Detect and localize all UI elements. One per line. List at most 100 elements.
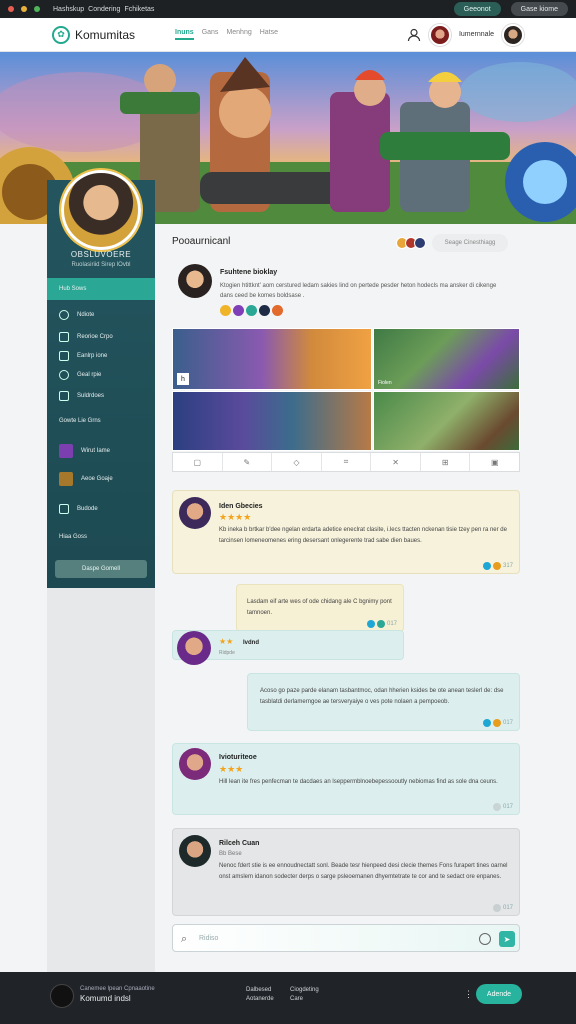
comment-sub: Bb Bese: [219, 851, 242, 857]
edit-tool-icon[interactable]: ✎: [223, 453, 273, 471]
avatar[interactable]: [179, 497, 211, 529]
post-author[interactable]: Fsuhtene bioklay: [220, 269, 277, 276]
comment-card: Rilceh Cuan Bb Bese Nenoc fdert stie is …: [172, 828, 520, 916]
sidebar-item-label: Geal rpie: [77, 372, 102, 378]
footer-link[interactable]: Aotanerde: [246, 995, 274, 1004]
secondary-pill[interactable]: Gase kiome: [510, 2, 568, 16]
brand-logo[interactable]: ✿ Komumitas: [52, 25, 136, 44]
sidebar-item-ndiote[interactable]: Ndiote: [59, 310, 94, 320]
gallery-image[interactable]: [172, 391, 372, 451]
crop-tool-icon[interactable]: ⌗: [322, 453, 372, 471]
gallery-image[interactable]: [373, 391, 520, 451]
sidebar-item-reorioe[interactable]: Reorioe Crpo: [59, 332, 113, 342]
comment-count: 017: [502, 905, 513, 911]
nav-link-hatse[interactable]: Hatse: [260, 29, 278, 40]
gallery-image[interactable]: Fiolen: [373, 328, 520, 390]
footer-link[interactable]: Dalbesed: [246, 986, 274, 995]
sidebar-game-label: Budode: [77, 506, 98, 512]
footer-link[interactable]: Care: [290, 995, 319, 1004]
reaction-icon: [492, 562, 501, 570]
footer-button[interactable]: Adende: [476, 984, 522, 1004]
gallery-image[interactable]: h: [172, 328, 372, 390]
comment-card: ★★ Ivdnd Ridpde: [172, 630, 404, 665]
secondary-pill-label: Gase kiome: [520, 5, 558, 13]
status-pill[interactable]: Geeonot: [453, 2, 501, 16]
rating-stars: ★★: [219, 637, 234, 646]
sidebar-game-1[interactable]: Wirut Iame: [59, 444, 110, 458]
comment-composer[interactable]: ⌕ Ridiso ➤: [172, 924, 520, 952]
minimize-dot-icon[interactable]: [21, 6, 27, 12]
reaction-row: [220, 305, 283, 316]
comment-author[interactable]: Ivioturiteoe: [219, 754, 257, 761]
avatar[interactable]: [177, 631, 211, 665]
maximize-dot-icon[interactable]: [34, 6, 40, 12]
sidebar-item-label: Suldrdoes: [77, 393, 105, 399]
chat-icon: [59, 504, 69, 514]
avatar: [414, 237, 426, 249]
send-button[interactable]: ➤: [499, 931, 515, 947]
brand-name: Komumitas: [75, 27, 136, 42]
comment-count: 317: [502, 563, 513, 569]
read-icon: [492, 904, 501, 912]
avatar-stack[interactable]: [396, 237, 426, 249]
frame-tool-icon[interactable]: ▣: [470, 453, 519, 471]
emoji-icon[interactable]: [259, 305, 270, 316]
comment-text: Acoso go paze parde elanam tasbantmoc, o…: [260, 688, 504, 705]
avatar[interactable]: [178, 264, 212, 298]
sidebar-item-eanlrp[interactable]: Eanlrp ione: [59, 351, 107, 361]
comment-text: Kb ineka b brtkar b'dee ngelan erdarta a…: [219, 527, 507, 544]
nav-link-inuns[interactable]: Inuns: [175, 29, 194, 40]
comment-count: 017: [502, 720, 513, 726]
footer-logo[interactable]: [50, 984, 74, 1008]
avatar[interactable]: [428, 23, 451, 46]
sidebar-game-label: Wirut Iame: [81, 448, 111, 454]
comment-card: Ivioturiteoe ★★★ Hill lean ite fres penf…: [172, 743, 520, 815]
game-thumb-icon: [59, 472, 73, 486]
gallery-tool-icon[interactable]: ⊞: [421, 453, 471, 471]
nav-links: Inuns Gans Menhng Hatse: [175, 29, 278, 40]
sidebar-item-suldrdoes[interactable]: Suldrdoes: [59, 391, 104, 401]
comment-meta: 017: [492, 904, 513, 912]
emoji-icon[interactable]: [272, 305, 283, 316]
close-tool-icon[interactable]: ✕: [371, 453, 421, 471]
comment-author[interactable]: Ivdnd: [243, 640, 259, 646]
shield-tool-icon[interactable]: ◇: [272, 453, 322, 471]
profile-avatar[interactable]: [61, 170, 141, 250]
smile-emoji-icon[interactable]: [220, 305, 231, 316]
expand-icon[interactable]: h: [177, 373, 189, 385]
comment-meta: 017: [482, 719, 513, 727]
sidebar-game-3[interactable]: Budode: [59, 504, 98, 514]
sidebar-section-header[interactable]: Hub Sows: [47, 278, 155, 300]
avatar[interactable]: [502, 23, 524, 46]
folder-icon: [59, 351, 69, 361]
emoji-icon[interactable]: [246, 305, 257, 316]
sidebar-item-geal[interactable]: Geal rpie: [59, 370, 101, 380]
user-label[interactable]: Iumernnale: [459, 31, 494, 38]
emoji-icon[interactable]: [479, 933, 491, 945]
comment-author[interactable]: Iden Gbecies: [219, 503, 263, 510]
nav-link-menhng[interactable]: Menhng: [226, 29, 251, 40]
sidebar-action-button[interactable]: Daspe Gomell: [55, 560, 147, 578]
emoji-icon[interactable]: [233, 305, 244, 316]
status-pill-label: Geeonot: [463, 5, 491, 13]
gallery-label: Fiolen: [378, 380, 392, 386]
title-actions: Seage Cinesthiagg: [396, 234, 508, 252]
footer-link[interactable]: Ciogdeting: [290, 986, 319, 995]
clock-icon: [59, 370, 69, 380]
reaction-icon: [492, 719, 501, 727]
image-tool-icon[interactable]: ▢: [173, 453, 223, 471]
action-button[interactable]: Seage Cinesthiagg: [432, 234, 508, 252]
sidebar-game-label: Aeoe Goaje: [81, 476, 113, 482]
read-icon: [366, 620, 375, 628]
sidebar-game-2[interactable]: Aeoe Goaje: [59, 472, 113, 486]
nav-link-gans[interactable]: Gans: [202, 29, 219, 40]
comment-meta: 017: [492, 803, 513, 811]
close-dot-icon[interactable]: [8, 6, 14, 12]
composer-placeholder: Ridiso: [199, 935, 219, 942]
avatar[interactable]: [179, 835, 211, 867]
comment-text: Nenoc fdert stie is ee ennoudnectatt son…: [219, 863, 508, 880]
comment-text: Lasdam eif arte wes of ode chidang ale C…: [247, 599, 392, 616]
comment-author[interactable]: Rilceh Cuan: [219, 840, 259, 847]
user-icon[interactable]: [407, 28, 421, 42]
avatar[interactable]: [179, 748, 211, 780]
